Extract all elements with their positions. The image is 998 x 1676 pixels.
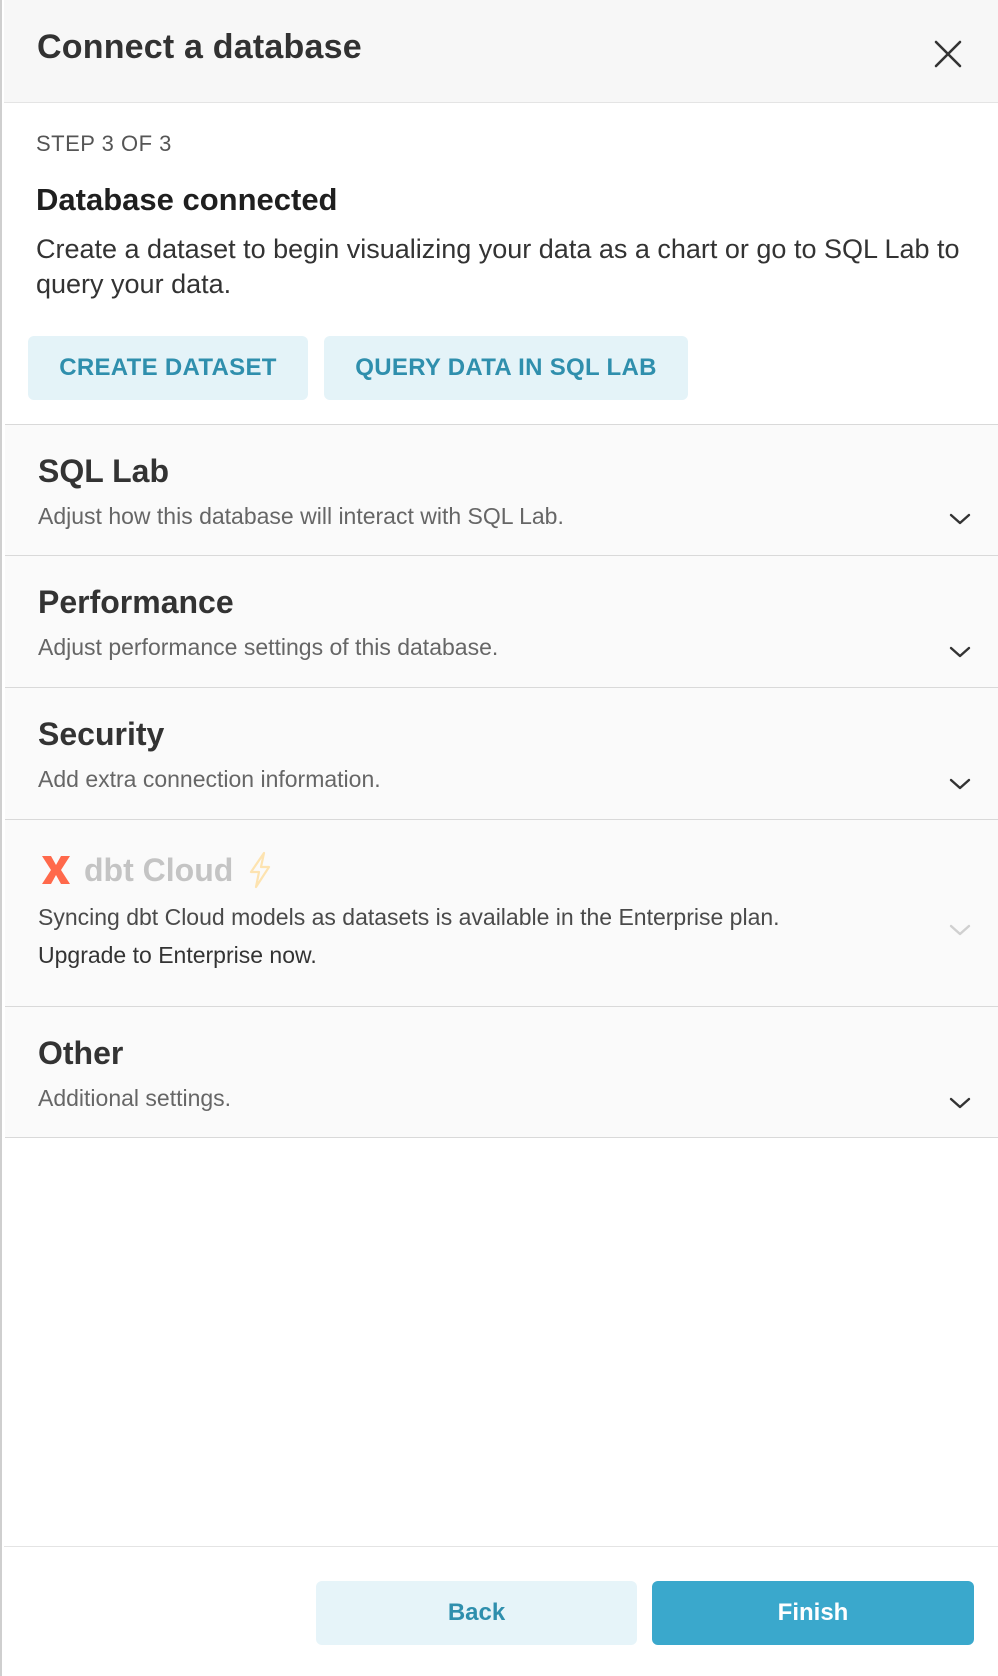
page-title: Database connected (36, 182, 338, 217)
chevron-down-icon (949, 1097, 971, 1109)
panel-title: Other (38, 1035, 124, 1071)
step-description: Create a dataset to begin visualizing yo… (36, 234, 960, 299)
panel-subtitle: Additional settings. (38, 1085, 232, 1111)
chevron-down-icon (949, 778, 971, 790)
modal-title: Connect a database (37, 28, 362, 66)
query-sql-lab-button[interactable]: QUERY DATA IN SQL LAB (324, 336, 688, 400)
dbt-logo-icon (42, 856, 70, 884)
panel-dbt-cloud[interactable]: dbt Cloud Syncing dbt Cloud models as da… (5, 820, 998, 1007)
step-indicator: STEP 3 OF 3 (36, 131, 172, 156)
close-icon (934, 40, 962, 68)
back-button[interactable]: Back (316, 1581, 637, 1645)
panel-performance[interactable]: Performance Adjust performance settings … (5, 556, 998, 688)
panel-subtitle: Add extra connection information. (38, 766, 381, 792)
panel-title: Performance (38, 584, 234, 620)
dbt-cloud-header: dbt Cloud (38, 850, 275, 890)
panel-subtitle: Adjust how this database will interact w… (38, 503, 564, 529)
create-dataset-button[interactable]: CREATE DATASET (28, 336, 308, 400)
connect-database-modal: Connect a database STEP 3 OF 3 Database … (0, 0, 998, 1676)
panel-title: dbt Cloud (84, 851, 234, 888)
panel-subtitle: Syncing dbt Cloud models as datasets is … (38, 904, 780, 930)
chevron-down-icon (949, 513, 971, 525)
upgrade-enterprise-link[interactable]: Upgrade to Enterprise now. (38, 936, 317, 974)
finish-button[interactable]: Finish (652, 1581, 974, 1645)
lightning-bolt-icon (250, 851, 271, 889)
panel-other[interactable]: Other Additional settings. (5, 1007, 998, 1138)
panel-title: SQL Lab (38, 453, 169, 489)
panel-security[interactable]: Security Add extra connection informatio… (5, 688, 998, 820)
panel-title: Security (38, 716, 165, 752)
chevron-down-icon (949, 924, 971, 936)
panel-subtitle: Adjust performance settings of this data… (38, 634, 499, 660)
advanced-settings-accordion: SQL Lab Adjust how this database will in… (5, 424, 998, 1138)
panel-sql-lab[interactable]: SQL Lab Adjust how this database will in… (5, 425, 998, 556)
modal-header: Connect a database (4, 0, 998, 103)
chevron-down-icon (949, 646, 971, 658)
modal-footer: Back Finish (4, 1546, 998, 1676)
close-button[interactable] (930, 36, 966, 72)
